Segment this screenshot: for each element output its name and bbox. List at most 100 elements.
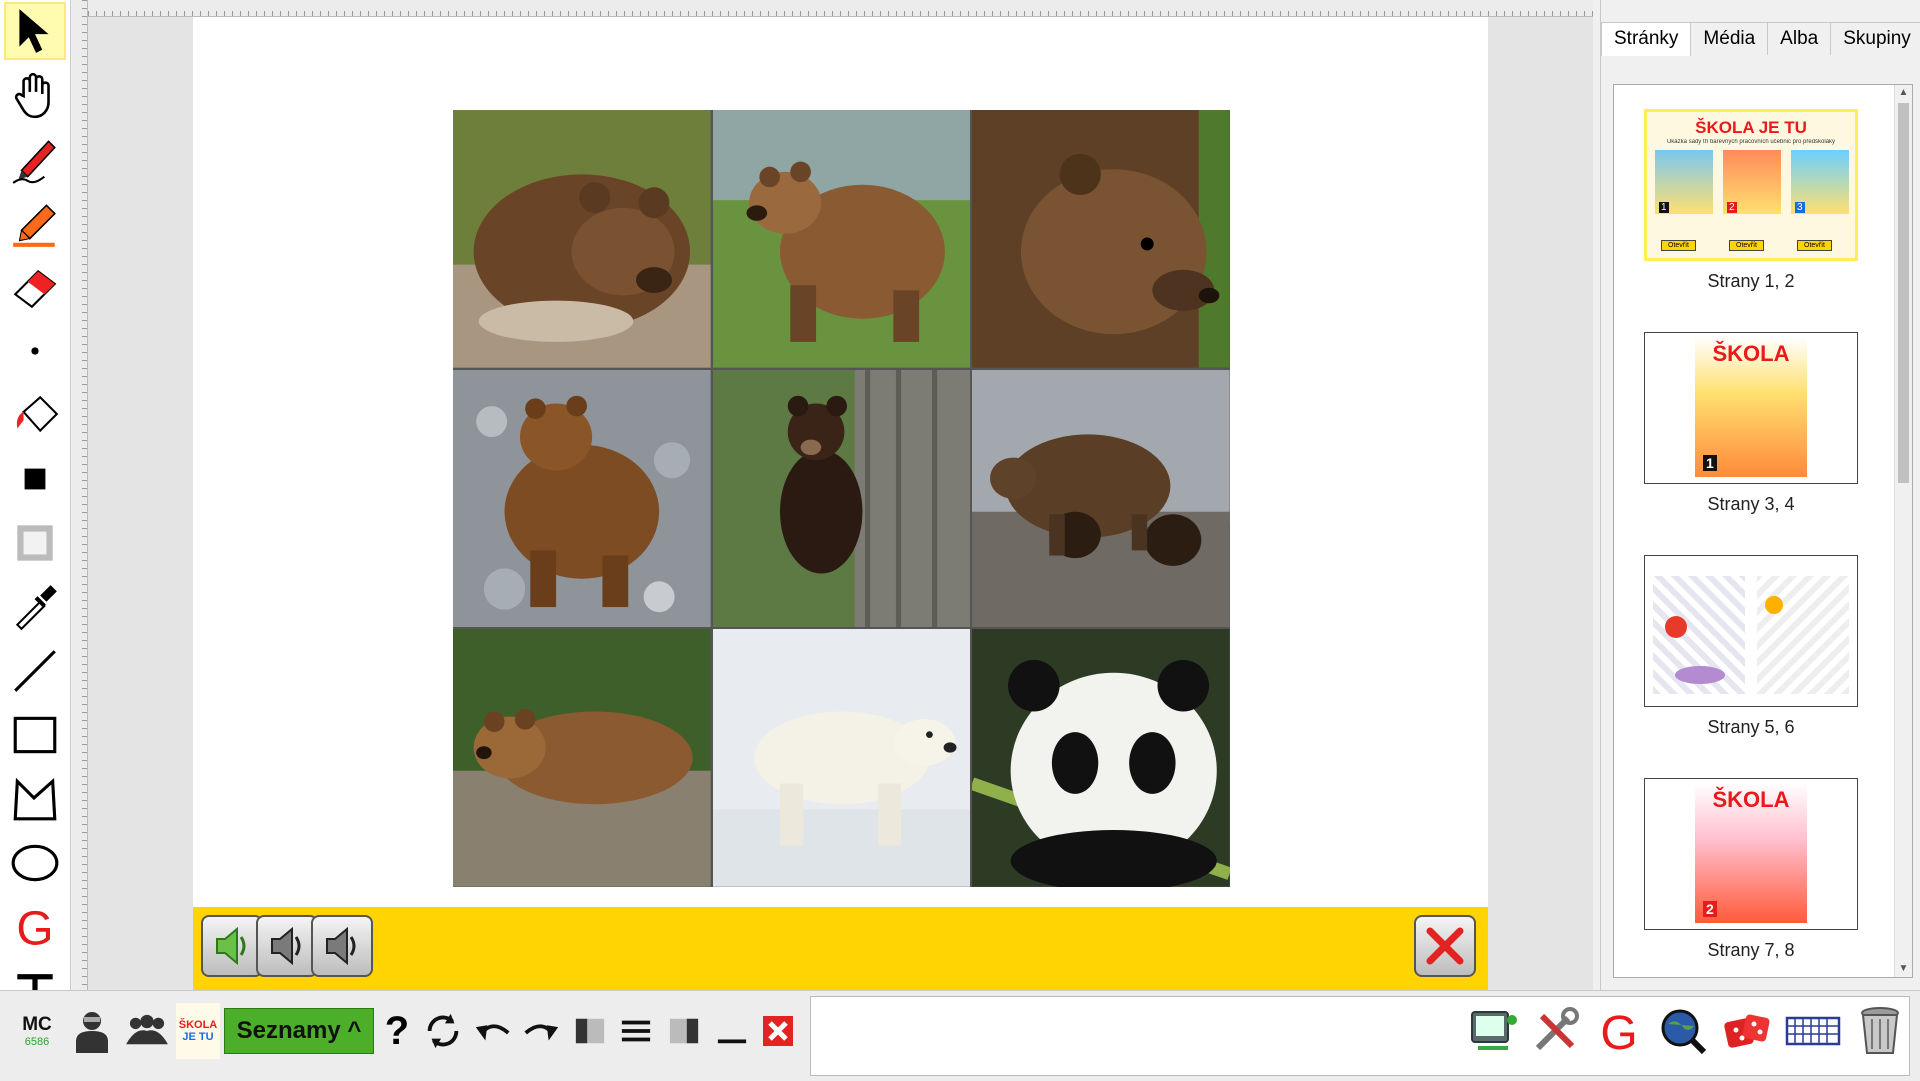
image-bear-cub-tree[interactable] [712,369,971,628]
mc-number: 6586 [24,1036,50,1048]
audio-toolbar [193,907,1488,990]
keyboard-icon[interactable] [1784,1003,1842,1059]
mc-counter[interactable]: MC 6586 [14,1003,60,1059]
ellipse-icon[interactable] [4,834,66,892]
dice-icon[interactable] [1720,1003,1774,1059]
thumbnail-label: Strany 1, 2 [1707,271,1795,291]
thumbnail-image [1644,555,1858,707]
tab-media[interactable]: Média [1690,22,1769,55]
bear-image-grid [453,110,1230,887]
page-thumbnail-3[interactable]: Strany 5, 6 [1644,555,1858,738]
thumbnail-title: ŠKOLA [1712,787,1790,812]
thumbnail-title: ŠKOLA JE TU [1695,118,1807,137]
undo-icon[interactable] [470,1003,516,1059]
pen-icon[interactable] [4,130,66,188]
polygon-icon[interactable] [4,770,66,828]
filled-square-icon[interactable] [4,450,66,508]
thumbnail-image: ŠKOLA 1 [1644,332,1858,484]
svg-text:G: G [16,903,53,953]
frame-square-icon[interactable] [4,514,66,572]
speaker-green-button[interactable] [201,915,263,977]
highlighter-icon[interactable] [4,194,66,252]
tab-skupiny[interactable]: Skupiny [1830,22,1920,55]
refresh-icon[interactable] [420,1003,466,1059]
trash-icon[interactable] [1854,1003,1906,1059]
user-icon[interactable] [68,1003,116,1059]
skola-logo-bottom: JE TU [182,1031,214,1043]
right-panel-icon[interactable] [664,1003,704,1059]
page-thumbnail-list[interactable]: ŠKOLA JE TU Ukázka sady tří barevných pr… [1613,84,1913,978]
book-number-1: 1 [1659,202,1669,213]
eraser-icon[interactable] [4,258,66,316]
book-number: 2 [1703,901,1717,917]
line-icon[interactable] [4,642,66,700]
close-button[interactable] [1414,915,1476,977]
menu-icon[interactable] [616,1003,656,1059]
svg-text:G: G [1600,1007,1637,1056]
image-brown-bear-river[interactable] [453,369,711,628]
open-button-2: Otevřít [1729,240,1765,251]
exit-icon[interactable] [758,1003,798,1059]
whiteboard-page[interactable] [193,17,1488,907]
image-brown-bear-running[interactable] [712,110,971,368]
panel-tabs: Stránky Média Alba Skupiny [1601,22,1920,56]
text-icon[interactable] [4,958,66,990]
canvas-area[interactable] [88,17,1593,990]
scroll-thumb[interactable] [1898,103,1909,483]
thumbnail-label: Strany 3, 4 [1707,494,1795,514]
book-number-2: 2 [1727,202,1737,213]
book-number-3: 3 [1795,202,1805,213]
globe-search-icon[interactable] [1656,1003,1710,1059]
image-brown-bear-resting[interactable] [453,110,711,368]
speaker-gray-button-1[interactable] [256,915,318,977]
image-bear-with-cubs[interactable] [972,369,1230,628]
thumbnail-title: ŠKOLA [1712,341,1790,366]
thumbnail-scrollbar[interactable]: ▲ ▼ [1894,85,1912,977]
thumbnail-label: Strany 5, 6 [1707,717,1795,737]
skola-logo-top: ŠKOLA [178,1019,218,1031]
speaker-gray-button-2[interactable] [311,915,373,977]
left-panel-icon[interactable] [570,1003,610,1059]
thumbnail-subtitle: Ukázka sady tří barevných pracovních uče… [1666,139,1836,145]
scroll-up-icon[interactable]: ▲ [1895,85,1912,101]
g-logo-icon[interactable]: G [1592,1003,1646,1059]
hand-icon[interactable] [4,66,66,124]
horizontal-ruler [88,0,1593,17]
thumbnail-image: ŠKOLA 2 [1644,778,1858,930]
tab-stranky[interactable]: Stránky [1601,22,1692,56]
page-thumbnail-2[interactable]: ŠKOLA 1 Strany 3, 4 [1644,332,1858,515]
tools-icon[interactable] [1528,1003,1582,1059]
image-panda[interactable] [972,629,1230,887]
users-group-icon[interactable] [124,1003,170,1059]
rectangle-icon[interactable] [4,706,66,764]
g-logo-icon[interactable]: G [4,898,66,956]
speaker-green-icon [216,926,246,966]
tab-alba[interactable]: Alba [1767,22,1832,55]
seznamy-button[interactable]: Seznamy ^ [224,1008,374,1054]
pages-panel: Stránky Média Alba Skupiny ŠKOLA JE TU U… [1600,0,1920,990]
thumbnail-label: Strany 7, 8 [1707,940,1795,960]
image-brown-bear-log[interactable] [453,629,711,887]
image-brown-bear-closeup[interactable] [972,110,1230,368]
scroll-down-icon[interactable]: ▼ [1895,961,1912,977]
minimize-icon[interactable] [712,1003,752,1059]
close-x-icon [1426,927,1464,965]
open-button-3: Otevřít [1797,240,1833,251]
help-button[interactable]: ? [380,1003,414,1059]
open-button-1: Otevřít [1661,240,1697,251]
select-arrow-icon[interactable] [4,2,66,60]
page-thumbnail-1[interactable]: ŠKOLA JE TU Ukázka sady tří barevných pr… [1644,109,1858,292]
fill-bucket-icon[interactable] [4,386,66,444]
drawing-toolbar: G [0,0,71,990]
redo-icon[interactable] [518,1003,564,1059]
tablet-icon[interactable] [1466,1003,1520,1059]
page-thumbnail-4[interactable]: ŠKOLA 2 Strany 7, 8 [1644,778,1858,961]
thumbnail-image: ŠKOLA JE TU Ukázka sady tří barevných pr… [1644,109,1858,261]
eyedropper-icon[interactable] [4,578,66,636]
skola-je-tu-logo[interactable]: ŠKOLA JE TU [176,1003,220,1059]
speaker-gray-icon [326,926,356,966]
dot-icon[interactable] [4,322,66,380]
bottom-toolbar: MC 6586 ŠKOLA JE TU Seznamy ^ ? G [0,990,1920,1081]
book-number: 1 [1703,455,1717,471]
image-polar-bear[interactable] [712,629,971,887]
